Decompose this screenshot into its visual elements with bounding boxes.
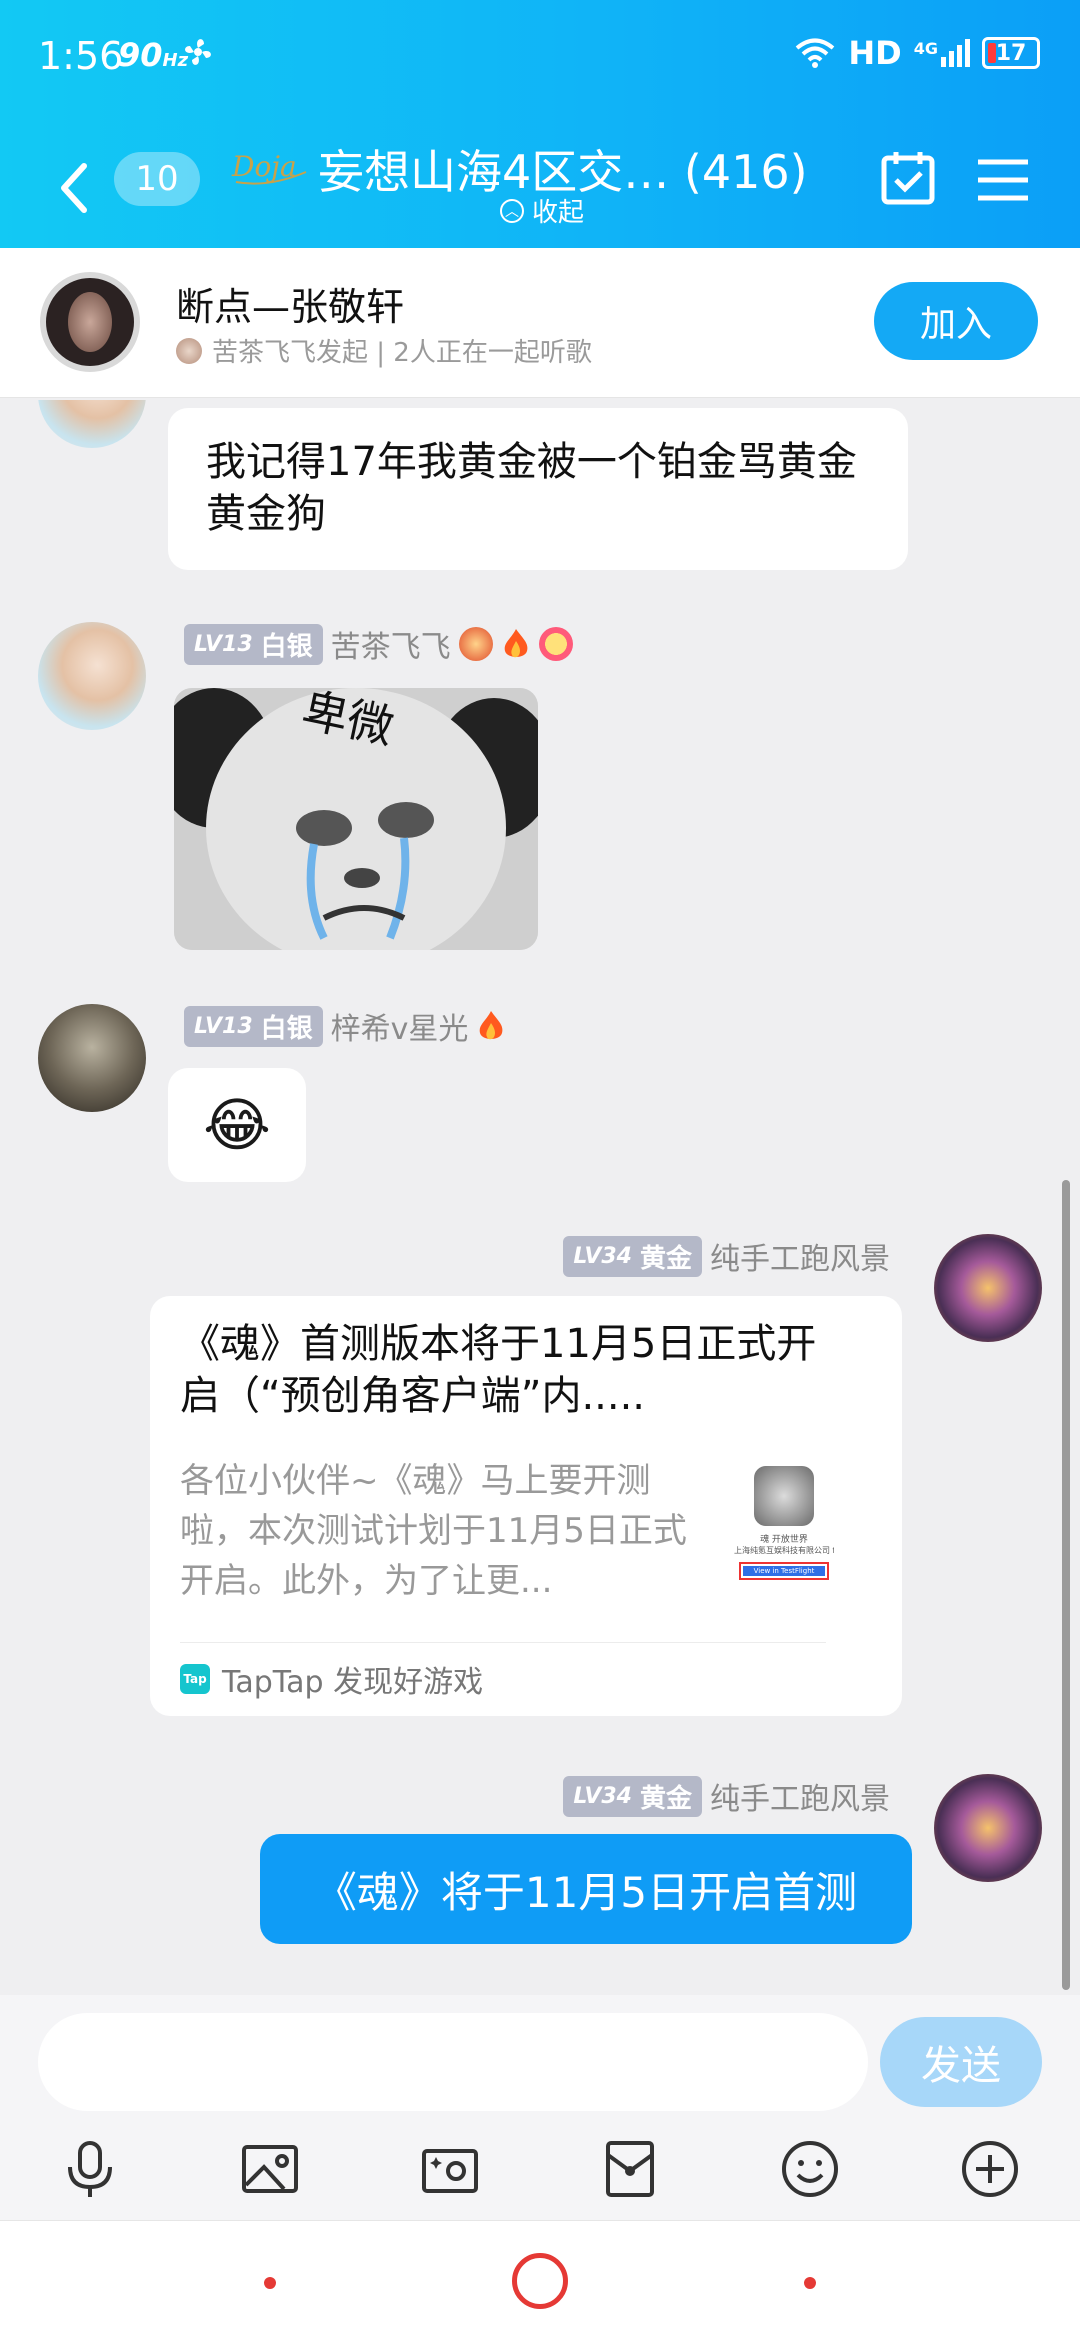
composer: 发送: [0, 1995, 1080, 2220]
song-cover: [40, 272, 140, 372]
sender-name[interactable]: 梓希v星光: [331, 1004, 469, 1048]
camera-icon[interactable]: [418, 2137, 482, 2201]
link-card[interactable]: 《魂》首测版本将于11月5日正式开启（“预创角客户端”内..... 各位小伙伴~…: [150, 1296, 902, 1716]
status-bar: 1:56 90Hz HD 4G 17: [0, 0, 1080, 110]
started-by-text: 苦茶飞飞发起 | 2人正在一起听歌: [212, 338, 592, 368]
message-bubble-outgoing[interactable]: 《魂》将于11月5日开启首测: [260, 1834, 912, 1944]
flower-face-icon: [538, 627, 573, 661]
sender-meta: LV13 白银 梓希v星光: [184, 1004, 506, 1048]
collapse-button[interactable]: ︿ 收起: [500, 192, 584, 229]
network-label: HD: [848, 34, 902, 72]
card-title: 《魂》首测版本将于11月5日正式开启（“预创角客户端”内.....: [180, 1321, 817, 1419]
sender-meta: LV34 黄金 纯手工跑风景: [563, 1774, 890, 1818]
card-source: Tap TapTap 发现好游戏: [180, 1642, 826, 1701]
fire-icon: [476, 1009, 506, 1043]
level-badge: LV13 白银: [184, 1005, 323, 1047]
song-title: 断点—张敬轩: [176, 285, 405, 329]
menu-icon[interactable]: [976, 156, 1030, 204]
sender-name[interactable]: 纯手工跑风景: [710, 1234, 890, 1278]
listen-together-bar[interactable]: 断点—张敬轩 苦茶飞飞发起 | 2人正在一起听歌 加入: [0, 248, 1080, 398]
status-time: 1:56: [38, 34, 124, 78]
refresh-rate: 90Hz: [118, 36, 189, 74]
fire-icon: [501, 627, 531, 661]
avatar[interactable]: [38, 1004, 146, 1112]
card-source-label: TapTap 发现好游戏: [222, 1665, 484, 1700]
wifi-icon: [796, 38, 835, 68]
sticker-image[interactable]: 卑微: [174, 688, 538, 950]
message-bubble[interactable]: 😂: [168, 1068, 306, 1182]
signal-icon: 4G: [914, 39, 970, 67]
toolbar: [0, 2125, 1080, 2215]
home-button[interactable]: [512, 2253, 568, 2309]
image-icon[interactable]: [238, 2137, 302, 2201]
collapse-label: 收起: [532, 198, 585, 228]
plus-icon[interactable]: [958, 2137, 1022, 2201]
taptap-icon: Tap: [180, 1664, 210, 1694]
sender-name[interactable]: 纯手工跑风景: [710, 1774, 890, 1818]
header: 1:56 90Hz HD 4G 17 10 Doja 妄想山海4区交… (416…: [0, 0, 1080, 248]
red-packet-icon[interactable]: [598, 2137, 662, 2201]
microphone-icon[interactable]: [58, 2137, 122, 2201]
message-input[interactable]: [38, 2013, 868, 2111]
fan-icon: [185, 39, 211, 65]
status-right: HD 4G 17: [794, 34, 1040, 72]
join-button[interactable]: 加入: [874, 282, 1038, 360]
avatar[interactable]: [934, 1774, 1042, 1882]
fortune-god-icon: [458, 627, 493, 661]
group-logo: Doja: [231, 150, 307, 185]
nav-recents-dot[interactable]: [804, 2277, 816, 2289]
nav-bar: 10 Doja 妄想山海4区交… (416) ︿ 收起: [0, 120, 1080, 240]
message-bubble[interactable]: 我记得17年我黄金被一个铂金骂黄金黄金狗: [168, 408, 908, 570]
back-icon[interactable]: [54, 158, 94, 218]
calendar-check-icon[interactable]: [878, 148, 938, 208]
sender-meta: LV34 黄金 纯手工跑风景: [563, 1234, 890, 1278]
scrollbar[interactable]: [1062, 1180, 1070, 1990]
chevron-up-icon: ︿: [500, 198, 524, 223]
card-description: 各位小伙伴~《魂》马上要开测啦，本次测试计划于11月5日正式开启。此外，为了让更…: [180, 1461, 687, 1601]
message-text: 我记得17年我黄金被一个铂金骂黄金黄金狗: [206, 439, 857, 537]
send-button[interactable]: 发送: [880, 2017, 1042, 2107]
level-badge: LV13 白银: [184, 623, 323, 665]
song-subtitle: 苦茶飞飞发起 | 2人正在一起听歌: [176, 332, 592, 369]
nav-back-dot[interactable]: [264, 2277, 276, 2289]
smiley-icon[interactable]: [778, 2137, 842, 2201]
avatar[interactable]: [934, 1234, 1042, 1342]
battery-icon: 17: [982, 37, 1040, 69]
sender-name[interactable]: 苦茶飞飞: [331, 622, 451, 666]
card-thumbnail: 魂 开放世界 上海纯氪互娱科技有限公司 for iOS View in Test…: [734, 1466, 834, 1586]
sender-meta: LV13 白银 苦茶飞飞: [184, 622, 573, 666]
level-badge: LV34 黄金: [563, 1235, 702, 1277]
laughing-tears-emoji: 😂: [203, 1091, 271, 1159]
unread-badge[interactable]: 10: [114, 152, 200, 206]
level-badge: LV34 黄金: [563, 1775, 702, 1817]
avatar[interactable]: [38, 622, 146, 730]
system-navigation: [0, 2220, 1080, 2340]
starter-avatar: [176, 337, 202, 364]
